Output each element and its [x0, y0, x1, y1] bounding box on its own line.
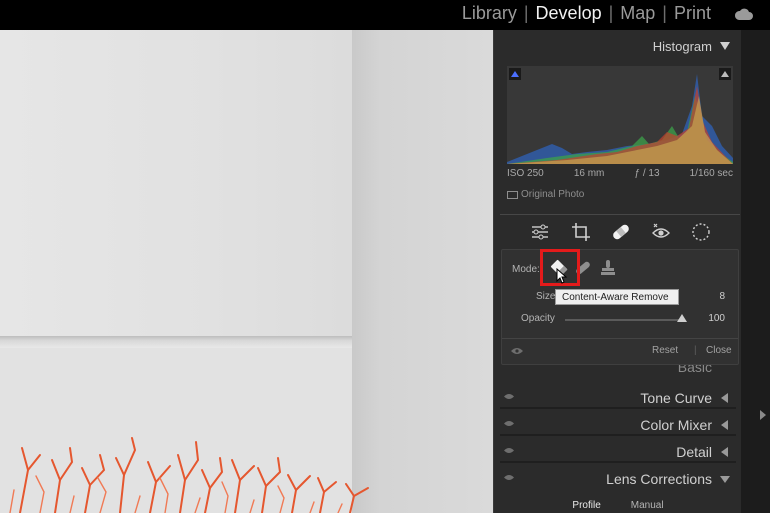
- collapse-triangle-icon[interactable]: [720, 42, 730, 50]
- close-button[interactable]: Close: [706, 345, 732, 356]
- cloud-icon[interactable]: [734, 7, 754, 21]
- size-label: Size: [536, 291, 556, 302]
- tab-profile[interactable]: Profile: [572, 500, 600, 513]
- shadow-clipping-icon[interactable]: [509, 68, 521, 80]
- opacity-slider-knob[interactable]: [677, 314, 687, 322]
- module-develop[interactable]: Develop: [533, 3, 605, 24]
- masking-icon[interactable]: [690, 221, 712, 243]
- tool-strip: [500, 214, 740, 250]
- tooltip: Content-Aware Remove: [555, 289, 679, 305]
- module-picker: Library | Develop | Map | Print: [459, 3, 714, 24]
- eye-icon[interactable]: [504, 420, 514, 427]
- expand-triangle-icon[interactable]: [721, 447, 728, 457]
- original-photo-toggle[interactable]: Original Photo: [507, 189, 584, 200]
- section-tone-curve-label: Tone Curve: [640, 390, 712, 406]
- section-basic-label: Basic: [677, 365, 712, 375]
- focal-length: 16 mm: [573, 168, 605, 179]
- edit-sliders-icon[interactable]: [529, 221, 551, 243]
- module-print[interactable]: Print: [671, 3, 714, 24]
- reset-button[interactable]: Reset: [652, 345, 678, 356]
- histogram-title: Histogram: [652, 39, 712, 54]
- eye-icon[interactable]: [504, 474, 514, 481]
- histogram[interactable]: [507, 66, 733, 164]
- module-picker-bar: Library | Develop | Map | Print: [0, 0, 770, 30]
- iso-value: ISO 250: [507, 168, 544, 179]
- expand-triangle-icon[interactable]: [721, 393, 728, 403]
- healing-icon[interactable]: [610, 221, 632, 243]
- size-value[interactable]: 8: [695, 291, 725, 302]
- original-photo-icon: [507, 190, 518, 199]
- module-separator: |: [523, 3, 529, 23]
- exif-info: ISO 250 16 mm ƒ / 13 1/160 sec: [507, 168, 733, 179]
- highlight-clipping-icon[interactable]: [719, 68, 731, 80]
- section-lens-corrections[interactable]: Lens Corrections: [500, 467, 736, 490]
- expand-triangle-icon[interactable]: [721, 420, 728, 430]
- mouse-cursor-icon: [556, 268, 568, 284]
- histogram-graph: [507, 74, 733, 164]
- mode-label: Mode:: [512, 264, 540, 275]
- section-divider: [500, 461, 736, 463]
- section-color-mixer[interactable]: Color Mixer: [500, 413, 736, 436]
- section-tone-curve[interactable]: Tone Curve: [500, 386, 736, 409]
- healing-footer: Reset | Close: [502, 338, 738, 364]
- original-photo-label: Original Photo: [521, 189, 585, 200]
- opacity-value[interactable]: 100: [695, 313, 725, 324]
- section-color-mixer-label: Color Mixer: [640, 417, 712, 433]
- tab-manual[interactable]: Manual: [631, 500, 664, 513]
- module-separator: |: [608, 3, 614, 23]
- module-map[interactable]: Map: [617, 3, 658, 24]
- collapse-triangle-icon[interactable]: [720, 476, 730, 483]
- right-panel-edge: [741, 30, 770, 513]
- section-lens-corrections-label: Lens Corrections: [606, 471, 712, 487]
- panel-toggle-triangle-icon[interactable]: [760, 410, 766, 420]
- module-library[interactable]: Library: [459, 3, 520, 24]
- section-basic[interactable]: Basic: [500, 365, 736, 379]
- lens-corrections-tabs: Profile Manual: [500, 497, 736, 513]
- section-divider: [500, 434, 736, 436]
- section-divider: [500, 407, 736, 409]
- section-detail[interactable]: Detail: [500, 440, 736, 463]
- section-detail-label: Detail: [676, 444, 712, 460]
- healing-panel: Mode: Size 8 Opacity 100 Reset | Close: [501, 249, 739, 365]
- photo-plant: [9, 437, 369, 513]
- visibility-eye-icon[interactable]: [511, 347, 523, 355]
- histogram-header[interactable]: Histogram: [498, 34, 738, 58]
- module-separator: |: [662, 3, 667, 23]
- develop-right-panel: Histogram ISO 250 16 mm ƒ / 13 1/160 sec…: [493, 30, 741, 513]
- red-eye-icon[interactable]: [650, 221, 672, 243]
- clone-icon[interactable]: [598, 258, 618, 278]
- shutter-speed: 1/160 sec: [689, 168, 733, 179]
- photo-canvas[interactable]: [0, 30, 493, 513]
- opacity-slider[interactable]: [565, 319, 682, 321]
- eye-icon[interactable]: [504, 447, 514, 454]
- eye-icon[interactable]: [504, 393, 514, 400]
- footer-separator: |: [694, 345, 697, 356]
- crop-icon[interactable]: [570, 221, 592, 243]
- opacity-label: Opacity: [521, 313, 555, 324]
- aperture-value: ƒ / 13: [634, 168, 660, 179]
